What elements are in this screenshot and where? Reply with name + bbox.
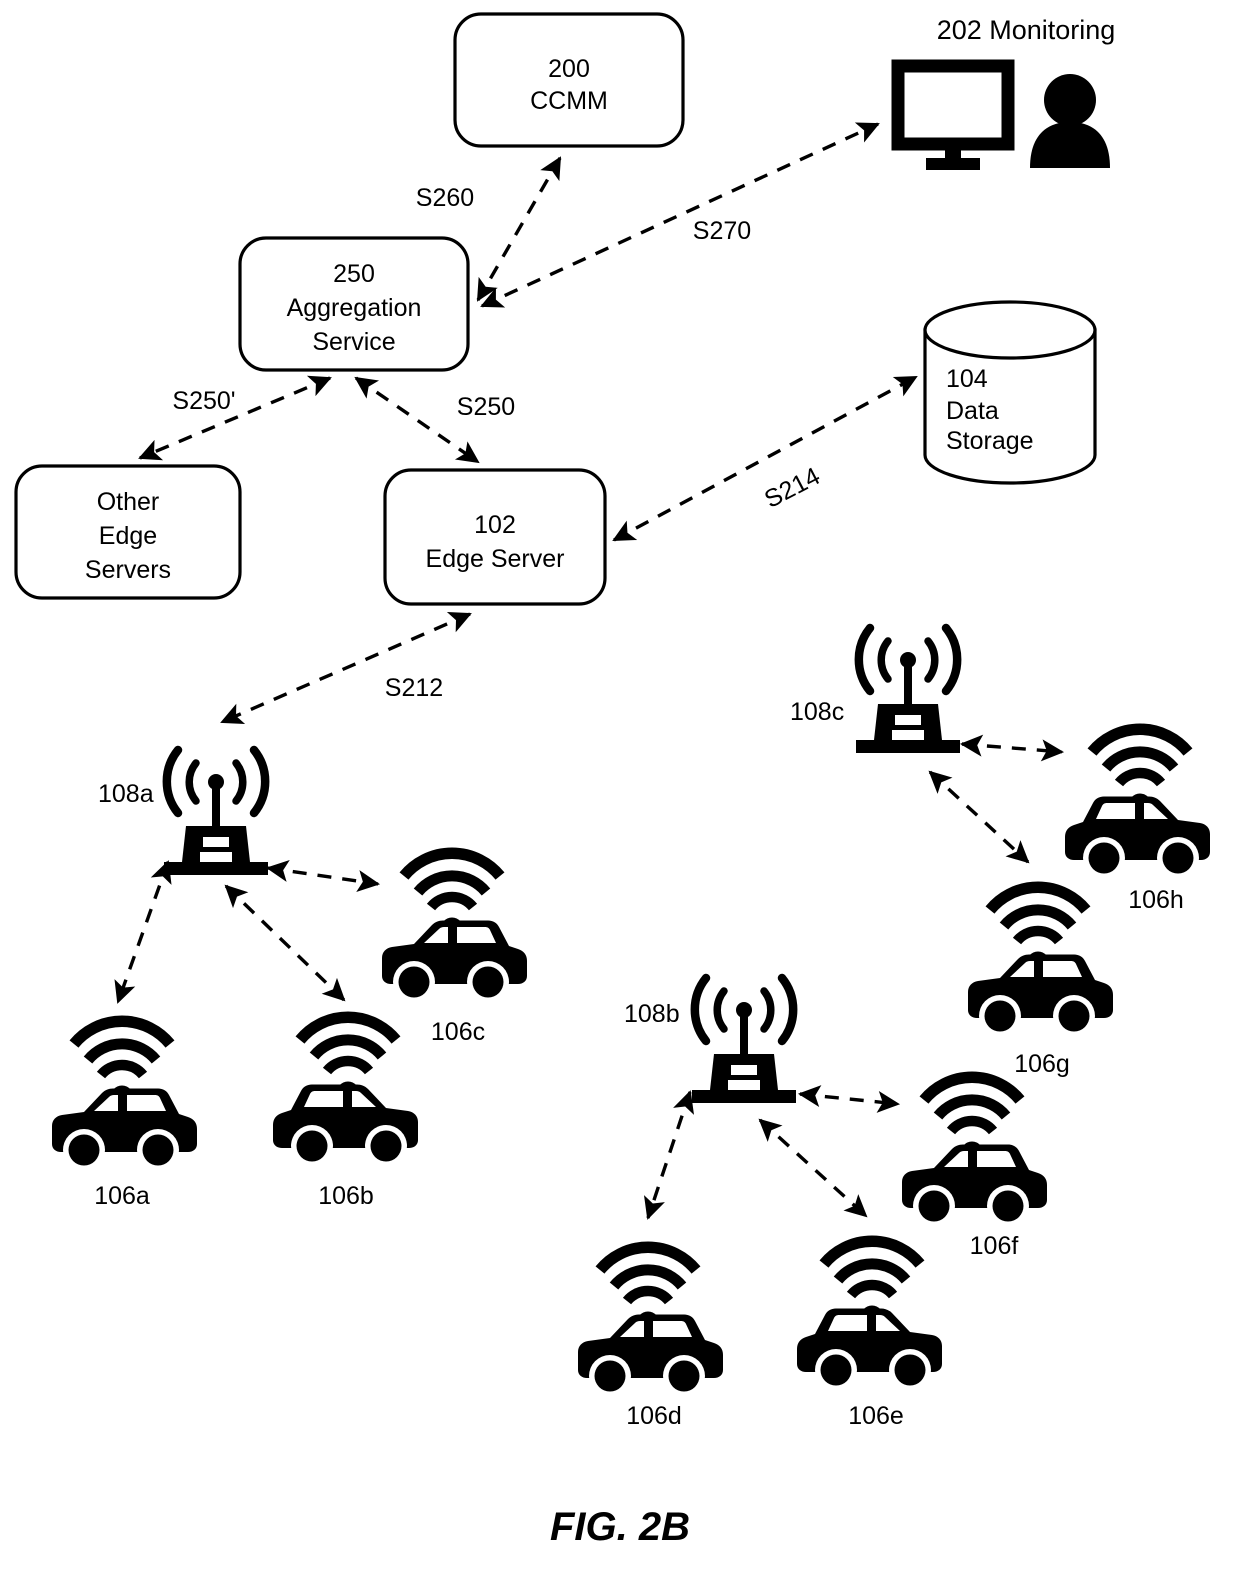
data-storage-ref-label: 104 — [946, 365, 988, 393]
rsu-108b-label: 108b — [624, 1000, 680, 1028]
aggregation-ref-label: 250 — [333, 260, 375, 288]
flow-S250-label: S250 — [457, 393, 515, 421]
flow-S260-label: S260 — [416, 184, 474, 212]
ccmm-ref-label: 200 — [548, 55, 590, 83]
aggregation-name-line1: Aggregation — [287, 294, 422, 322]
flow-S250-prime-label: S250' — [172, 387, 235, 415]
monitoring-title: 202 Monitoring — [937, 15, 1116, 45]
node-edge-server[interactable]: 102 Edge Server — [383, 468, 607, 606]
vehicle-106b-label: 106b — [318, 1182, 374, 1210]
other-edge-line1: Other — [97, 488, 160, 516]
vehicle-106g-label: 106g — [1014, 1050, 1070, 1078]
other-edge-line2: Edge — [99, 522, 157, 550]
vehicle-106a-label: 106a — [94, 1182, 150, 1210]
vehicle-106d-label: 106d — [626, 1402, 682, 1430]
edge-server-ref-label: 102 — [474, 511, 516, 539]
vehicle-106f-label: 106f — [970, 1232, 1019, 1260]
aggregation-name-line2: Service — [312, 328, 395, 356]
vehicle-106c-label: 106c — [431, 1018, 485, 1046]
rsu-108c-label: 108c — [790, 698, 844, 726]
data-storage-line3: Storage — [946, 427, 1034, 455]
vehicle-106e-label: 106e — [848, 1402, 904, 1430]
figure-caption: FIG. 2B — [550, 1505, 690, 1549]
other-edge-line3: Servers — [85, 556, 171, 584]
flow-S212-label: S212 — [385, 674, 443, 702]
node-aggregation-service[interactable]: 250 Aggregation Service — [238, 236, 470, 372]
node-ccmm[interactable]: 200 CCMM — [453, 12, 685, 148]
node-data-storage[interactable]: 104 Data Storage — [923, 300, 1097, 485]
figure-canvas: 200 CCMM 202 Monitoring 250 Aggregation … — [0, 0, 1240, 1578]
ccmm-name-label: CCMM — [530, 87, 608, 115]
flow-S270-label: S270 — [693, 217, 751, 245]
node-other-edge-servers[interactable]: Other Edge Servers — [14, 464, 242, 600]
edge-server-name-label: Edge Server — [426, 545, 565, 573]
rsu-108a-label: 108a — [98, 780, 154, 808]
data-storage-line2: Data — [946, 397, 999, 425]
data-storage-top — [923, 300, 1097, 360]
vehicle-106h-label: 106h — [1128, 886, 1184, 914]
